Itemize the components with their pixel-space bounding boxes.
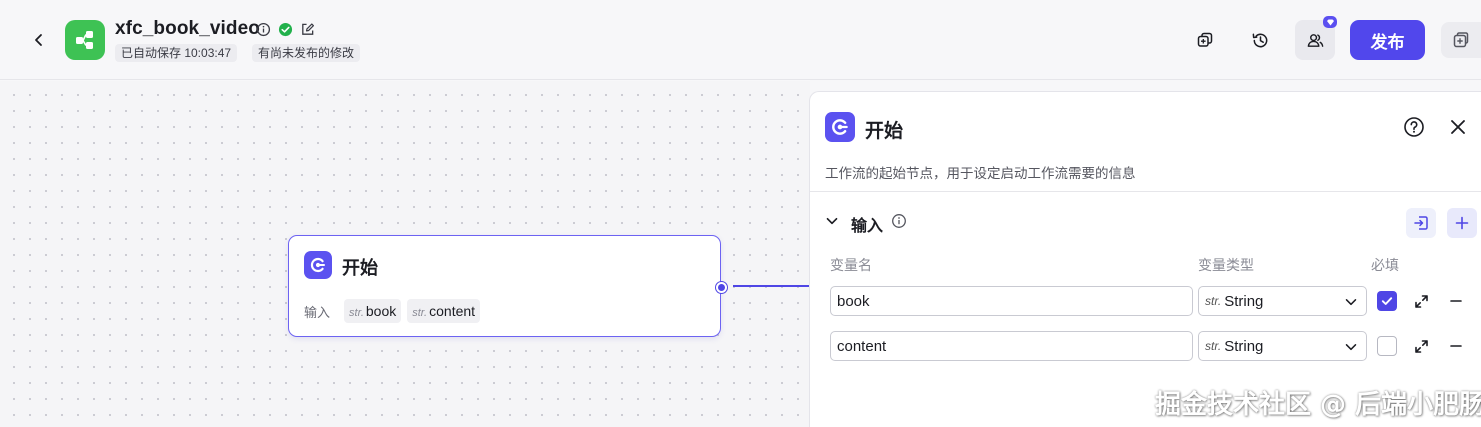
column-header-name: 变量名 [830,257,872,273]
add-variable-button[interactable] [1447,208,1477,238]
variable-name-input[interactable] [830,286,1193,316]
collaborator-premium-badge [1323,16,1337,28]
expand-icon[interactable] [1413,293,1429,309]
edit-icon[interactable] [299,21,315,37]
required-checkbox[interactable] [1377,291,1397,311]
expand-icon[interactable] [1413,338,1429,354]
verified-check-icon [277,21,293,37]
start-node[interactable]: 开始 输入 str. book str. content [288,235,721,337]
watermark: 掘金技术社区 @ 后端小肥肠 [1155,390,1481,420]
param-tag: str. content [407,299,481,323]
copy-icon [1197,32,1213,47]
input-section-title: 输入 [851,218,884,235]
publish-button[interactable]: 发布 [1350,20,1425,60]
divider [810,191,1481,192]
chevron-down-icon [1345,344,1357,351]
required-checkbox[interactable] [1377,336,1397,356]
import-icon [1414,216,1428,230]
column-header-required: 必填 [1371,257,1399,273]
history-icon [1252,33,1267,47]
collaborators-button[interactable] [1295,16,1337,60]
top-header: xfc_book_video 已自动保存 10:03:47 有尚未发布的修改 发… [0,0,1481,80]
start-node-input-label: 输入 [304,304,331,320]
check-icon [1381,297,1393,305]
collaborators-icon [1307,33,1323,47]
workflow-title: xfc_book_video [115,18,261,39]
start-node-title: 开始 [342,258,378,278]
plus-icon [1455,216,1469,230]
connection-edge [733,285,810,287]
remove-variable-icon[interactable] [1448,293,1464,309]
close-icon[interactable] [1448,117,1468,137]
workflow-logo-icon [65,20,105,60]
start-node-icon [304,251,332,279]
unpublished-status-badge: 有尚未发布的修改 [252,44,361,62]
workflow-canvas[interactable]: 开始 输入 str. book str. content [0,81,810,427]
back-icon [35,34,42,46]
autosave-status-badge: 已自动保存 10:03:47 [115,44,238,62]
history-button[interactable] [1242,22,1278,58]
start-node-inputs: 输入 str. book str. content [304,299,481,323]
param-tag: str. book [344,299,402,323]
copy-button[interactable] [1187,22,1223,58]
chevron-down-icon [1345,299,1357,306]
column-header-type: 变量类型 [1198,257,1254,273]
info-icon[interactable] [255,21,271,37]
variable-type-select[interactable]: str. String [1198,286,1367,316]
variable-type-select[interactable]: str. String [1198,331,1367,361]
help-icon[interactable] [1403,116,1425,138]
add-panel-icon [1453,32,1469,48]
panel-description: 工作流的起始节点，用于设定启动工作流需要的信息 [825,166,1136,181]
info-icon[interactable] [891,213,907,229]
back-button[interactable] [27,28,51,52]
node-config-panel: 开始 工作流的起始节点，用于设定启动工作流需要的信息 输入 变量名 变量类型 必… [809,91,1481,427]
panel-title: 开始 [865,121,904,142]
start-node-icon [825,112,855,142]
variable-name-input[interactable] [830,331,1193,361]
remove-variable-icon[interactable] [1448,338,1464,354]
diamond-icon [1326,19,1334,25]
chevron-down-icon[interactable] [825,214,839,228]
title-icons [255,21,315,37]
output-port-handle[interactable] [716,282,727,293]
add-panel-button[interactable] [1441,22,1481,58]
import-variables-button[interactable] [1406,208,1436,238]
